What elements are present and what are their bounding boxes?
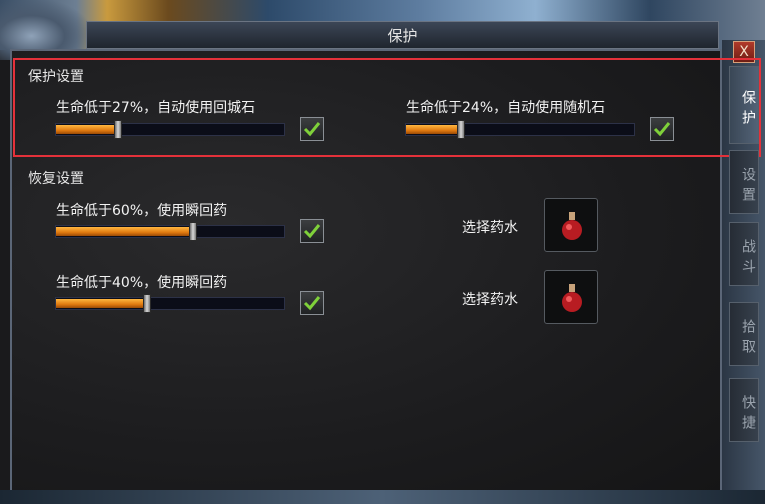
tab-protect[interactable]: 保护 [729,66,759,144]
potion-slot-1[interactable] [544,198,598,252]
checkmark-icon [303,224,321,239]
red-potion-icon [562,212,582,240]
tab-settings[interactable]: 设置 [729,150,759,214]
slider-fill [56,299,147,308]
slider-thumb[interactable] [189,222,197,241]
bottom-frame-ornament [0,490,765,504]
select-potion-label-1: 选择药水 [462,220,518,236]
window-title-bar[interactable]: 保护 [86,21,719,49]
red-potion-icon [562,284,582,312]
checkmark-icon [303,296,321,311]
potion-slot-2[interactable] [544,270,598,324]
tab-pickup[interactable]: 拾取 [729,302,759,366]
highlight-box [13,58,761,157]
tab-shortcut[interactable]: 快捷 [729,378,759,442]
tab-combat[interactable]: 战斗 [729,222,759,286]
select-potion-label-2: 选择药水 [462,292,518,308]
hp-threshold-slider-potion-2[interactable] [55,294,285,313]
potion-1-checkbox[interactable] [300,219,324,243]
recovery-settings-heading: 恢复设置 [28,171,84,187]
recovery-label-1: 生命低于60%，使用瞬回药 [56,203,228,219]
slider-fill [56,227,193,236]
window-title: 保护 [387,27,418,45]
recovery-label-2: 生命低于40%，使用瞬回药 [56,275,228,291]
slider-thumb[interactable] [143,294,151,313]
hp-threshold-slider-potion-1[interactable] [55,222,285,241]
potion-2-checkbox[interactable] [300,291,324,315]
